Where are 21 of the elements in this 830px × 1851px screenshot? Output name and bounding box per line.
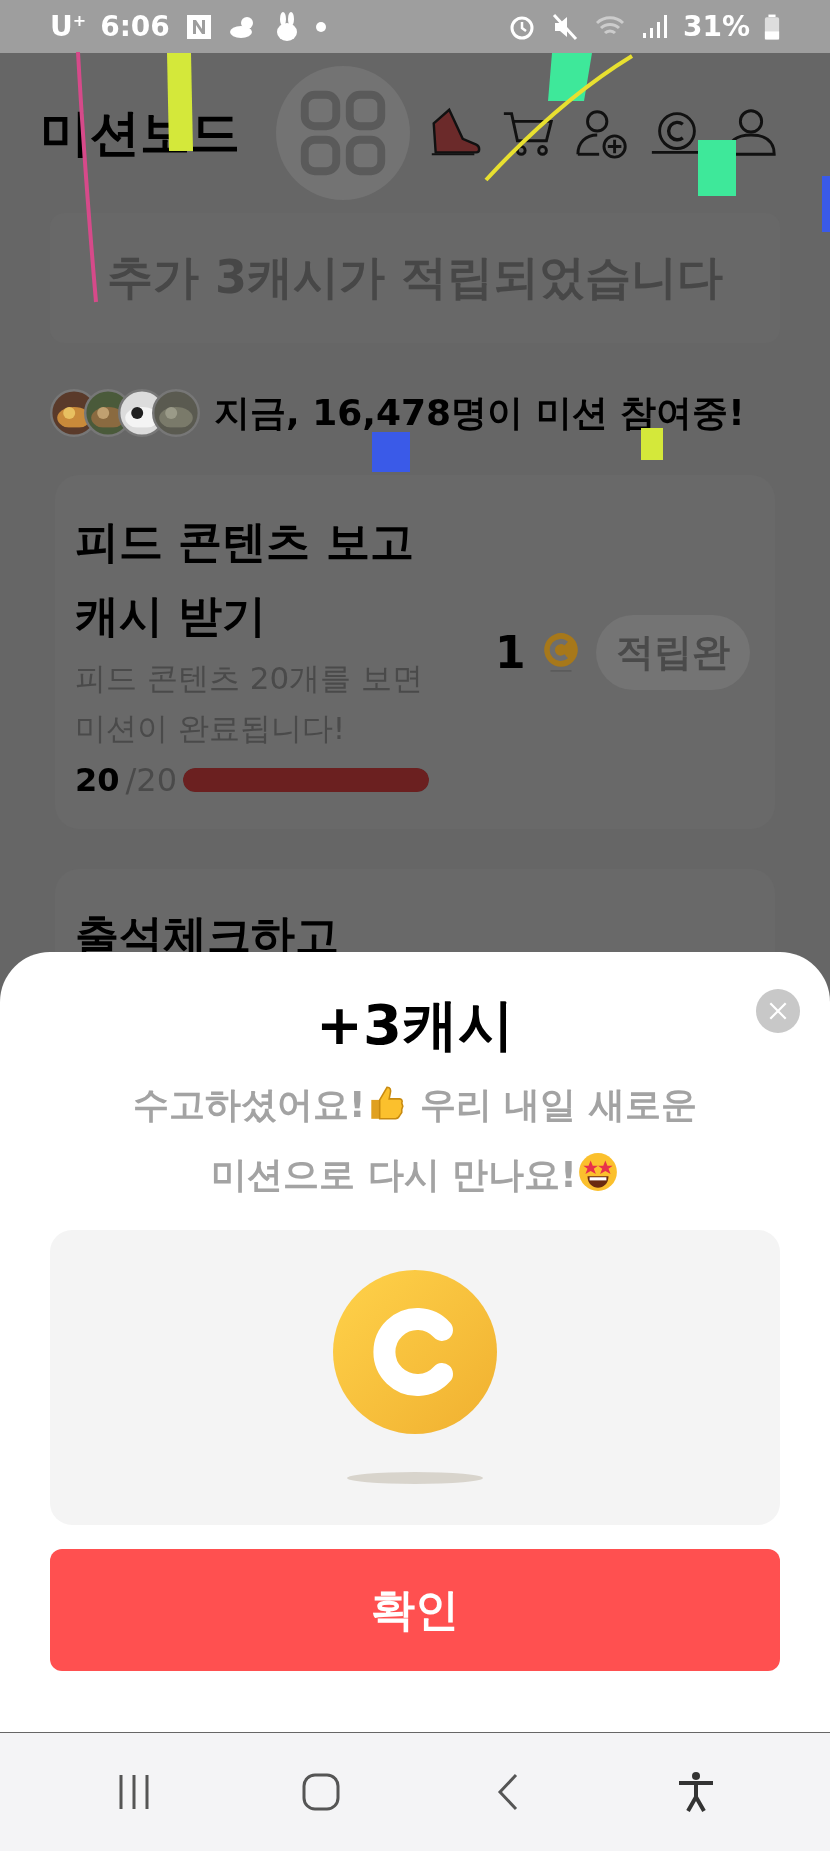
star-eyes-face-icon	[576, 1151, 619, 1193]
clock: 6:06	[100, 10, 170, 43]
sheet-message: 수고하셨어요!	[132, 1084, 366, 1125]
sheet-message: 미션으로 다시 만나요!	[211, 1154, 577, 1195]
mission-title: 피드 콘텐츠 보고 캐시 받기	[75, 515, 415, 643]
confetti-piece	[372, 432, 410, 472]
reward-amount: 1	[495, 626, 526, 678]
confetti-piece	[698, 140, 736, 196]
sheet-message: 우리 내일 새로운	[419, 1084, 697, 1125]
sheet-title: +3캐시	[316, 991, 514, 1059]
close-icon	[767, 1000, 789, 1022]
confetti-piece	[822, 176, 830, 232]
participant-count: 지금, 16,478명이 미션 참여중!	[214, 390, 745, 435]
progress-count: 20	[75, 761, 120, 799]
battery-level: 31%	[682, 10, 750, 43]
confetti-piece	[548, 53, 592, 101]
app-grid-icon	[298, 88, 388, 178]
coin-icon	[330, 1270, 500, 1485]
dot-icon	[315, 21, 326, 32]
carrier: U$^{+}$	[50, 10, 87, 43]
confirm-button[interactable]: 확인	[50, 1549, 780, 1671]
